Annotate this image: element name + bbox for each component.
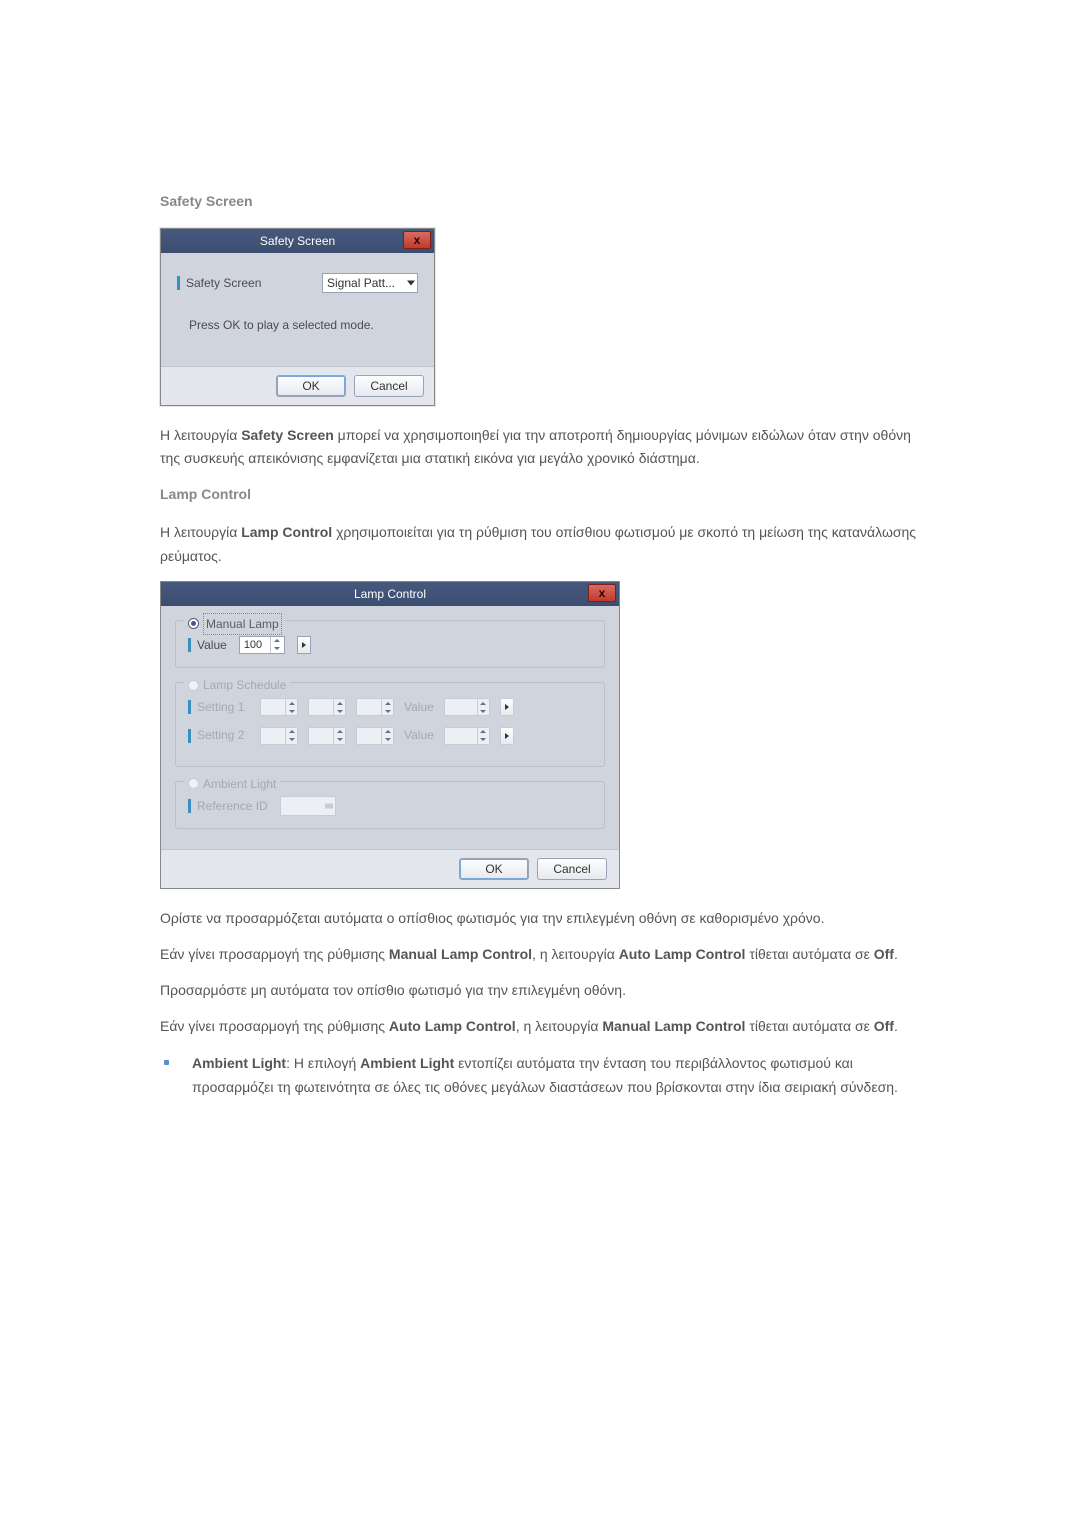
lamp-control-intro: Η λειτουργία Lamp Control χρησιμοποιείτα… <box>160 521 920 569</box>
manual-lamp-group: Manual Lamp Value 100 <box>175 620 605 668</box>
ambient-light-radio[interactable] <box>188 778 199 789</box>
dialog-titlebar: Lamp Control x <box>161 582 619 606</box>
safety-screen-label: Safety Screen <box>177 273 261 293</box>
dialog-body: Safety Screen Signal Patt... Press OK to… <box>161 253 434 366</box>
ok-button[interactable]: OK <box>276 375 346 397</box>
dialog-titlebar: Safety Screen x <box>161 229 434 253</box>
setting2-value-label: Value <box>404 725 434 745</box>
setting1-minute-stepper <box>308 698 346 716</box>
chevron-down-icon <box>325 803 333 808</box>
lamp-paragraph-2: Ορίστε να προσαρμόζεται αυτόματα ο οπίσθ… <box>160 907 920 931</box>
setting2-ampm-stepper <box>356 727 394 745</box>
group-legend: Lamp Schedule <box>184 675 290 695</box>
dialog-body: Manual Lamp Value 100 <box>161 606 619 850</box>
cancel-button[interactable]: Cancel <box>354 375 424 397</box>
setting1-label: Setting 1 <box>188 697 250 717</box>
safety-screen-dialog: Safety Screen x Safety Screen Signal Pat… <box>160 228 435 406</box>
manual-lamp-legend: Manual Lamp <box>203 613 282 635</box>
accent-bar-icon <box>188 700 191 714</box>
slider-next-icon <box>500 698 514 716</box>
setting1-hour-stepper <box>260 698 298 716</box>
group-legend: Ambient Light <box>184 774 280 794</box>
chevron-up-icon[interactable] <box>271 637 284 645</box>
stepper-arrows <box>270 637 284 653</box>
list-item: Ambient Light: Η επιλογή Ambient Light ε… <box>160 1052 920 1100</box>
accent-bar-icon <box>188 638 191 652</box>
lamp-schedule-radio[interactable] <box>188 680 199 691</box>
signal-pattern-combo[interactable]: Signal Patt... <box>322 273 418 293</box>
manual-lamp-radio[interactable] <box>188 618 199 629</box>
dialog-button-row: OK Cancel <box>161 849 619 888</box>
slider-next-icon[interactable] <box>297 636 311 654</box>
chevron-down-icon[interactable] <box>271 645 284 653</box>
accent-bar-icon <box>188 729 191 743</box>
dialog-button-row: OK Cancel <box>161 366 434 405</box>
ambient-light-legend: Ambient Light <box>203 774 276 794</box>
lamp-control-dialog: Lamp Control x Manual Lamp Value 100 <box>160 581 620 890</box>
reference-id-label: Reference ID <box>188 796 268 816</box>
lamp-paragraph-4: Προσαρμόστε μη αυτόματα τον οπίσθιο φωτι… <box>160 979 920 1003</box>
dialog-title: Lamp Control <box>354 587 426 601</box>
safety-screen-description: Η λειτουργία Safety Screen μπορεί να χρη… <box>160 424 920 472</box>
setting2-label: Setting 2 <box>188 725 250 745</box>
safety-screen-heading: Safety Screen <box>160 190 920 214</box>
accent-bar-icon <box>188 799 191 813</box>
close-icon[interactable]: x <box>403 231 431 249</box>
dialog-hint-text: Press OK to play a selected mode. <box>177 315 418 335</box>
setting1-ampm-stepper <box>356 698 394 716</box>
group-legend: Manual Lamp <box>184 613 286 635</box>
setting1-value-stepper <box>444 698 490 716</box>
accent-bar-icon <box>177 276 180 290</box>
value-label: Value <box>188 635 227 655</box>
lamp-control-heading: Lamp Control <box>160 483 920 507</box>
manual-value-stepper[interactable]: 100 <box>239 636 285 654</box>
lamp-paragraph-3: Εάν γίνει προσαρμογή της ρύθμισης Manual… <box>160 943 920 967</box>
stepper-value: 100 <box>240 637 270 653</box>
dialog-title: Safety Screen <box>260 234 335 248</box>
lamp-schedule-group: Lamp Schedule Setting 1 Value <box>175 682 605 767</box>
ok-button[interactable]: OK <box>459 858 529 880</box>
slider-next-icon <box>500 727 514 745</box>
document-page: Safety Screen Safety Screen x Safety Scr… <box>0 0 1080 1166</box>
combo-value: Signal Patt... <box>327 273 395 293</box>
setting2-value-stepper <box>444 727 490 745</box>
reference-id-combo <box>280 796 336 816</box>
cancel-button[interactable]: Cancel <box>537 858 607 880</box>
lamp-schedule-legend: Lamp Schedule <box>203 675 286 695</box>
ambient-light-group: Ambient Light Reference ID <box>175 781 605 829</box>
lamp-paragraph-5: Εάν γίνει προσαρμογή της ρύθμισης Auto L… <box>160 1015 920 1039</box>
ambient-light-bullet-list: Ambient Light: Η επιλογή Ambient Light ε… <box>160 1052 920 1100</box>
chevron-down-icon <box>407 280 415 285</box>
setting1-value-label: Value <box>404 697 434 717</box>
field-label-text: Safety Screen <box>186 273 261 293</box>
close-icon[interactable]: x <box>588 584 616 602</box>
setting2-minute-stepper <box>308 727 346 745</box>
setting2-hour-stepper <box>260 727 298 745</box>
